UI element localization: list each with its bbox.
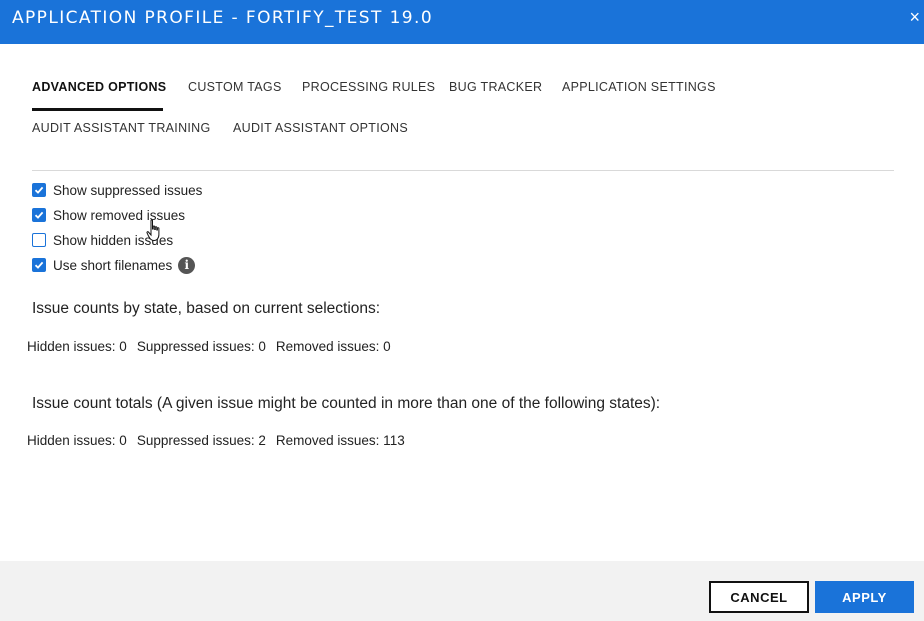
info-icon[interactable]: i <box>178 256 196 274</box>
option-label: Use short filenames <box>53 257 173 273</box>
application-profile-dialog: APPLICATION PROFILE - FORTIFY_TEST 19.0 … <box>0 0 924 621</box>
option-label: Show removed issues <box>53 207 186 223</box>
tab-bug-tracker[interactable]: BUG TRACKER <box>449 80 542 94</box>
checkbox-short-filenames[interactable] <box>32 258 46 272</box>
option-show-suppressed[interactable]: Show suppressed issues <box>32 181 202 199</box>
check-icon <box>34 261 44 269</box>
tab-divider <box>32 170 894 171</box>
tab-processing-rules[interactable]: PROCESSING RULES <box>302 80 435 94</box>
checkbox-show-hidden[interactable] <box>32 233 46 247</box>
current-counts-row: Hidden issues: 0 Suppressed issues: 0 Remo… <box>27 339 391 354</box>
tab-audit-assistant-training[interactable]: AUDIT ASSISTANT TRAINING <box>32 121 211 135</box>
cancel-button[interactable]: CANCEL <box>709 581 809 613</box>
option-label: Show suppressed issues <box>53 182 203 198</box>
tab-custom-tags[interactable]: CUSTOM TAGS <box>188 80 282 94</box>
tab-application-settings[interactable]: APPLICATION SETTINGS <box>562 80 716 94</box>
tab-advanced-options[interactable]: ADVANCED OPTIONS <box>32 80 166 94</box>
total-suppressed-count: Suppressed issues: 2 <box>136 433 266 448</box>
current-hidden-count: Hidden issues: 0 <box>27 339 127 354</box>
close-icon[interactable]: × <box>909 6 920 28</box>
active-tab-indicator <box>32 108 163 111</box>
tab-audit-assistant-options[interactable]: AUDIT ASSISTANT OPTIONS <box>233 121 408 135</box>
apply-button[interactable]: APPLY <box>815 581 914 613</box>
current-removed-count: Removed issues: 0 <box>275 339 391 354</box>
check-icon <box>34 186 44 194</box>
total-counts-row: Hidden issues: 0 Suppressed issues: 2 Remo… <box>27 433 405 448</box>
option-short-filenames[interactable]: Use short filenames i <box>32 256 196 274</box>
total-hidden-count: Hidden issues: 0 <box>27 433 127 448</box>
checkbox-show-removed[interactable] <box>32 208 46 222</box>
current-suppressed-count: Suppressed issues: 0 <box>136 339 266 354</box>
current-counts-heading: Issue counts by state, based on current … <box>32 300 381 317</box>
dialog-title: APPLICATION PROFILE - FORTIFY_TEST 19.0 <box>12 8 434 28</box>
checkbox-show-suppressed[interactable] <box>32 183 46 197</box>
check-icon <box>34 211 44 219</box>
total-removed-count: Removed issues: 113 <box>275 433 405 448</box>
hand-pointer-icon <box>146 219 160 242</box>
total-counts-heading: Issue count totals (A given issue might … <box>32 395 661 412</box>
dialog-titlebar: APPLICATION PROFILE - FORTIFY_TEST 19.0 … <box>0 0 924 44</box>
